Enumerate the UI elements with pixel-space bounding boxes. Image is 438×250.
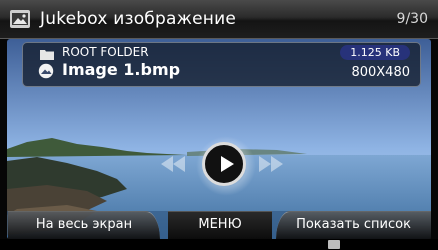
play-button[interactable] xyxy=(202,142,246,186)
status-bar xyxy=(0,239,438,250)
show-list-button[interactable]: Показать список xyxy=(276,211,431,239)
folder-icon xyxy=(40,50,54,60)
jukebox-image-viewer: Jukebox изображение 9/30 ROOT FOLDER Ima… xyxy=(0,0,438,250)
status-indicator-icon xyxy=(328,240,340,249)
photo-app-icon xyxy=(10,10,30,28)
next-icon[interactable] xyxy=(258,156,284,172)
previous-icon[interactable] xyxy=(160,156,186,172)
fullscreen-button[interactable]: На весь экран xyxy=(8,211,160,239)
page-title: Jukebox изображение xyxy=(40,9,236,29)
menu-button[interactable]: МЕНЮ xyxy=(168,211,272,239)
title-bar: Jukebox изображение 9/30 xyxy=(0,0,438,39)
image-file-icon xyxy=(38,63,54,79)
file-name: Image 1.bmp xyxy=(62,60,181,79)
image-resolution: 800X480 xyxy=(351,65,410,80)
folder-label: ROOT FOLDER xyxy=(62,45,149,59)
image-counter: 9/30 xyxy=(396,11,428,27)
softkey-bar: На весь экран МЕНЮ Показать список xyxy=(0,211,438,239)
file-size-badge: 1.125 KB xyxy=(340,45,410,60)
file-info-panel: ROOT FOLDER Image 1.bmp 1.125 KB 800X480 xyxy=(22,42,421,87)
